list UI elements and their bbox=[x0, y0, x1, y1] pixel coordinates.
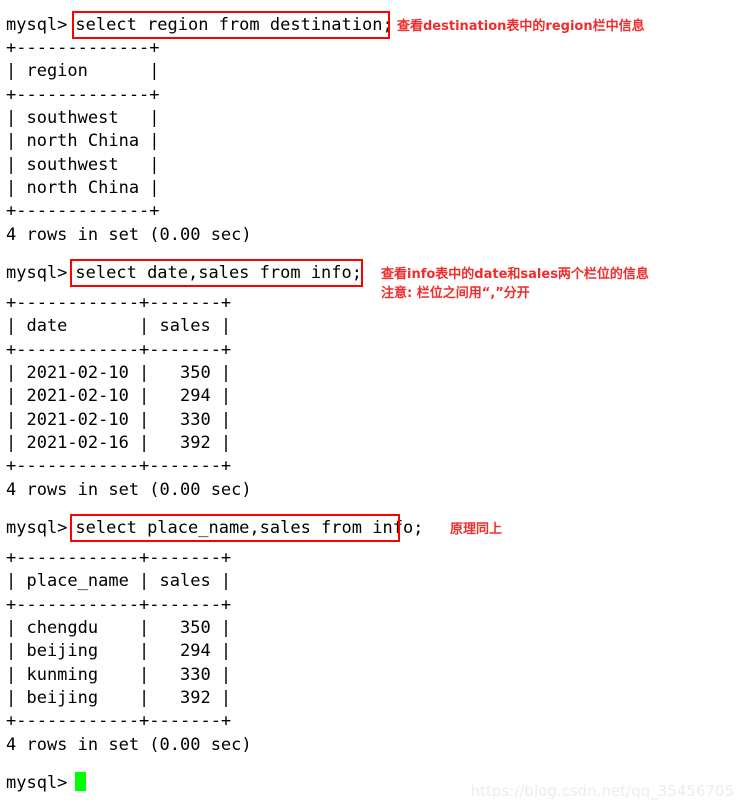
table-row: | southwest | bbox=[6, 108, 160, 128]
table-3-header-row: | place_name | sales | bbox=[6, 571, 232, 591]
status-line-3: 4 rows in set (0.00 sec) bbox=[6, 735, 252, 755]
table-row: | north China | bbox=[6, 178, 160, 198]
table-1-separator-top: +-------------+ bbox=[6, 38, 160, 58]
prompt-line-1: mysql> select region from destination; bbox=[6, 14, 393, 37]
table-row: | kunming | 330 | bbox=[6, 665, 232, 685]
annotation-2-line-2: 注意: 栏位之间用“,”分开 bbox=[381, 286, 530, 301]
table-row: | 2021-02-10 | 294 | bbox=[6, 386, 232, 406]
terminal-cursor bbox=[75, 772, 86, 791]
table-1-header-row: | region | bbox=[6, 61, 160, 81]
table-row: | 2021-02-10 | 330 | bbox=[6, 410, 232, 430]
prompt-label-2: mysql> bbox=[6, 263, 68, 283]
status-line-2: 4 rows in set (0.00 sec) bbox=[6, 480, 252, 500]
table-row: | chengdu | 350 | bbox=[6, 618, 232, 638]
terminal-window[interactable]: mysql> select region from destination; 查看… bbox=[0, 0, 736, 808]
table-row: | 2021-02-10 | 350 | bbox=[6, 363, 232, 383]
table-2-separator-bottom: +------------+-------+ bbox=[6, 456, 232, 476]
table-1-separator-mid: +-------------+ bbox=[6, 85, 160, 105]
status-line-1: 4 rows in set (0.00 sec) bbox=[6, 225, 252, 245]
prompt-line-3: mysql> select place_name,sales from info; bbox=[6, 517, 423, 540]
table-2-separator-mid: +------------+-------+ bbox=[6, 340, 232, 360]
table-row: | beijing | 294 | bbox=[6, 641, 232, 661]
prompt-label-1: mysql> bbox=[6, 15, 68, 35]
table-row: | 2021-02-16 | 392 | bbox=[6, 433, 232, 453]
annotation-2-line-1: 查看info表中的date和sales两个栏位的信息 bbox=[381, 267, 649, 282]
table-3-separator-mid: +------------+-------+ bbox=[6, 595, 232, 615]
table-3-separator-top: +------------+-------+ bbox=[6, 548, 232, 568]
table-3-separator-bottom: +------------+-------+ bbox=[6, 711, 232, 731]
command-text-3[interactable]: select place_name,sales from info; bbox=[67, 518, 423, 538]
prompt-line-2: mysql> select date,sales from info; bbox=[6, 262, 362, 285]
table-row: | beijing | 392 | bbox=[6, 688, 232, 708]
table-2-separator-top: +------------+-------+ bbox=[6, 293, 232, 313]
table-row: | southwest | bbox=[6, 155, 160, 175]
command-text-1[interactable]: select region from destination; bbox=[67, 15, 392, 35]
annotation-3-line-1: 原理同上 bbox=[450, 522, 503, 537]
table-1-separator-bottom: +-------------+ bbox=[6, 201, 160, 221]
csdn-watermark: https://blog.csdn.net/qq_35456705 bbox=[470, 782, 734, 800]
prompt-label-3: mysql> bbox=[6, 518, 68, 538]
command-text-2[interactable]: select date,sales from info; bbox=[67, 263, 362, 283]
table-row: | north China | bbox=[6, 131, 160, 151]
annotation-1-line-1: 查看destination表中的region栏中信息 bbox=[397, 19, 645, 34]
table-2-header-row: | date | sales | bbox=[6, 316, 232, 336]
final-prompt-label: mysql> bbox=[6, 773, 68, 793]
